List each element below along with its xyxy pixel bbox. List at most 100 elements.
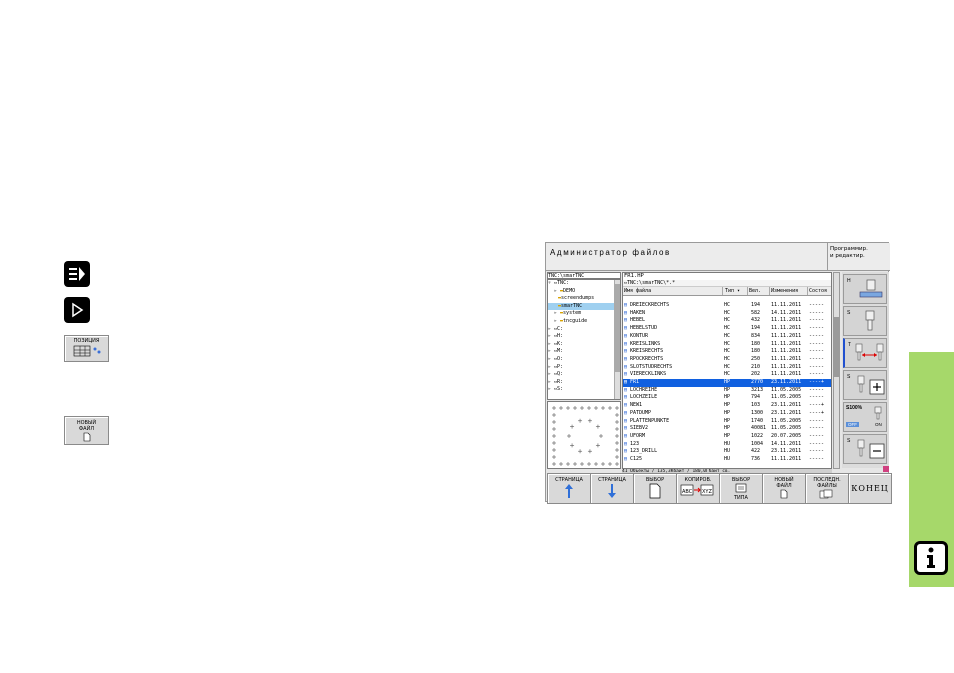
file-row[interactable]: ▤ KONTUR HC 834 11.11.2011 ----- [623,333,831,341]
file-date: 14.11.2011 [771,440,802,447]
file-row[interactable]: ▤ C125 HU 736 11.11.2011 ----- [623,456,831,464]
arrow-down-icon [608,484,616,498]
position-softkey[interactable]: ПОЗИЦИЯ [64,335,109,362]
grid-position-icon [73,345,100,357]
copy-softkey[interactable]: КОПИРОВ. ABC XYZ [676,473,720,504]
file-icon: ▤ [624,448,628,455]
file-type: HP [724,402,731,409]
file-row[interactable]: ▤ PATDUMP HP 1300 23.11.2011 ----+ [623,410,831,418]
spindle-small-icon [874,406,882,420]
file-row[interactable]: ▤ HEBEL HC 432 11.11.2011 ----- [623,317,831,325]
hole-marker [552,448,556,452]
side-button-s3-label: S [847,438,851,444]
select-type-softkey[interactable]: ВЫБОР ТИПА [719,473,763,504]
end-softkey[interactable]: КОНЕЦ [848,473,892,504]
tree-item[interactable]: ▹ ▬DEMO [548,288,620,296]
tree-item[interactable]: ▹ ▭R: [548,379,620,387]
file-row[interactable]: ▤ 123 HU 1004 14.11.2011 ----- [623,440,831,449]
tree-item[interactable]: ▿ ▭TNC: [548,280,620,288]
circle-hole-marker [587,418,592,423]
last-files-softkey[interactable]: ПОСЛЕДН. ФАЙЛЫ [805,473,849,504]
start-key[interactable] [64,297,90,323]
file-icon: ▤ [624,425,628,432]
new-file-screen-softkey[interactable]: НОВЫЙ ФАЙЛ [762,473,806,504]
file-icon: ▤ [624,355,628,362]
circle-hole-marker [578,418,583,423]
tree-scrollbar[interactable] [614,280,620,399]
close-marker[interactable] [883,466,889,472]
col-name[interactable]: Имя файла [623,287,723,295]
page-down-softkey[interactable]: СТРАНИЦА [590,473,634,504]
hole-marker [615,448,619,452]
side-button-s1-label: S [847,310,851,316]
file-name: 123 [630,440,640,447]
file-row[interactable]: ▤ SLOTSTUDRECHTS HC 210 11.11.2011 ----- [623,364,831,372]
file-row[interactable]: ▤ KREISLINKS HC 180 11.11.2011 ----- [623,341,831,349]
file-icon: ▤ [624,456,628,462]
file-icon [83,432,90,442]
tree-item[interactable]: ▹ ▭K: [548,341,620,349]
directory-tree[interactable]: ▿ ▭TNC: ▹ ▬DEMO ▬screendumps ▬smarTNC ▹ … [547,279,621,400]
tree-item-selected[interactable]: ▬smarTNC [548,302,620,311]
hole-marker [587,462,591,466]
list-scrollbar[interactable] [833,272,840,469]
file-icon: ▤ [624,379,628,385]
tree-item[interactable]: ▹ ▭P: [548,364,620,372]
select-softkey[interactable]: ВЫБОР [633,473,677,504]
file-row[interactable]: ▤ PLATTENPUNKTE HP 1740 11.05.2005 ----- [623,418,831,426]
side-button-feed[interactable]: S100% OFF ON [843,402,887,432]
file-size: 103 [751,402,761,409]
file-row[interactable]: ▤ HEBELSTUD HC 194 11.11.2011 ----- [623,325,831,333]
file-row[interactable]: ▤ RPOCKRECHTS HC 250 11.11.2011 ----- [623,355,831,364]
new-file-softkey[interactable]: НОВЫЙ ФАЙЛ [64,416,109,445]
file-type: HU [724,456,731,462]
file-state: ----- [809,309,825,316]
hole-marker [552,455,556,459]
tree-item[interactable]: ▹ ▭O: [548,356,620,364]
tree-item[interactable]: ▬screendumps [548,295,620,303]
file-row[interactable]: ▤ UFORM HP 1022 20.07.2005 ----- [623,432,831,441]
col-type[interactable]: Тип ▾ [723,287,748,295]
col-date[interactable]: Изменения [770,287,808,295]
file-date: 20.07.2005 [771,432,802,439]
side-button-s1[interactable]: S [843,306,887,336]
file-row[interactable]: ▤ VIERECKLINKS HC 202 11.11.2011 ----- [623,371,831,379]
info-icon[interactable] [914,541,948,575]
circle-hole-marker [567,434,571,438]
side-button-s2[interactable]: S [843,370,887,400]
file-row[interactable]: ▤ SIEBV2 HP 40081 11.05.2005 ----- [623,425,831,433]
tree-item[interactable]: ▹ ▬tncguide [548,318,620,326]
hole-marker [615,413,619,417]
tree-item[interactable]: ▹ ▭S: [548,386,620,394]
file-list[interactable]: FR1.HP ▭TNC:\smarTNC\*.* Имя файла Тип ▾… [622,272,832,469]
file-row[interactable]: ▤ LOCHZEILE HP 794 11.05.2005 ----- [623,394,831,402]
tree-item[interactable]: ▹ ▭H: [548,333,620,341]
file-row[interactable]: ▤ KREISRECHTS HC 180 11.11.2011 ----- [623,348,831,356]
program-run-key[interactable] [64,261,90,287]
circle-hole-marker [587,449,592,454]
tree-item[interactable]: ▹ ▭Q: [548,371,620,379]
tree-item[interactable]: ▹ ▭M: [548,348,620,356]
list-scrollbar-thumb[interactable] [834,317,840,377]
file-row[interactable]: ▤ NEW1 HP 103 23.11.2011 ----+ [623,402,831,410]
file-row-selected[interactable]: ▤ FR1 HP 2770 23.11.2011 ----+ [623,379,831,387]
col-size[interactable]: Вел. [748,287,770,295]
side-button-t[interactable]: T [843,338,887,368]
file-type: HC [724,355,731,362]
file-date: 11.11.2011 [771,325,802,332]
tree-item[interactable]: ▹ ▭C: [548,326,620,334]
side-button-s3[interactable]: S [843,434,887,464]
side-button-s2-label: S [847,374,851,380]
page-up-softkey[interactable]: СТРАНИЦА [547,473,591,504]
file-row[interactable]: ▤ HAKEN HC 582 14.11.2011 ----- [623,309,831,318]
col-state[interactable]: Состоя [808,287,831,295]
tree-scrollbar-thumb[interactable] [615,284,620,372]
file-row[interactable]: ▤ DREIECKRECHTS HC 194 11.11.2011 ----- [623,302,831,310]
tree-item[interactable]: ▹ ▬system [548,310,620,318]
file-row[interactable]: ▤ LOCHREIHE HP 3213 11.05.2005 ----- [623,387,831,395]
tool-compare-icon [855,343,884,361]
file-row[interactable]: ▤ 123_DRILL HU 422 23.11.2011 ----- [623,448,831,456]
hole-marker [552,462,556,466]
file-date: 11.11.2011 [771,302,802,308]
side-button-h[interactable]: H [843,274,887,304]
